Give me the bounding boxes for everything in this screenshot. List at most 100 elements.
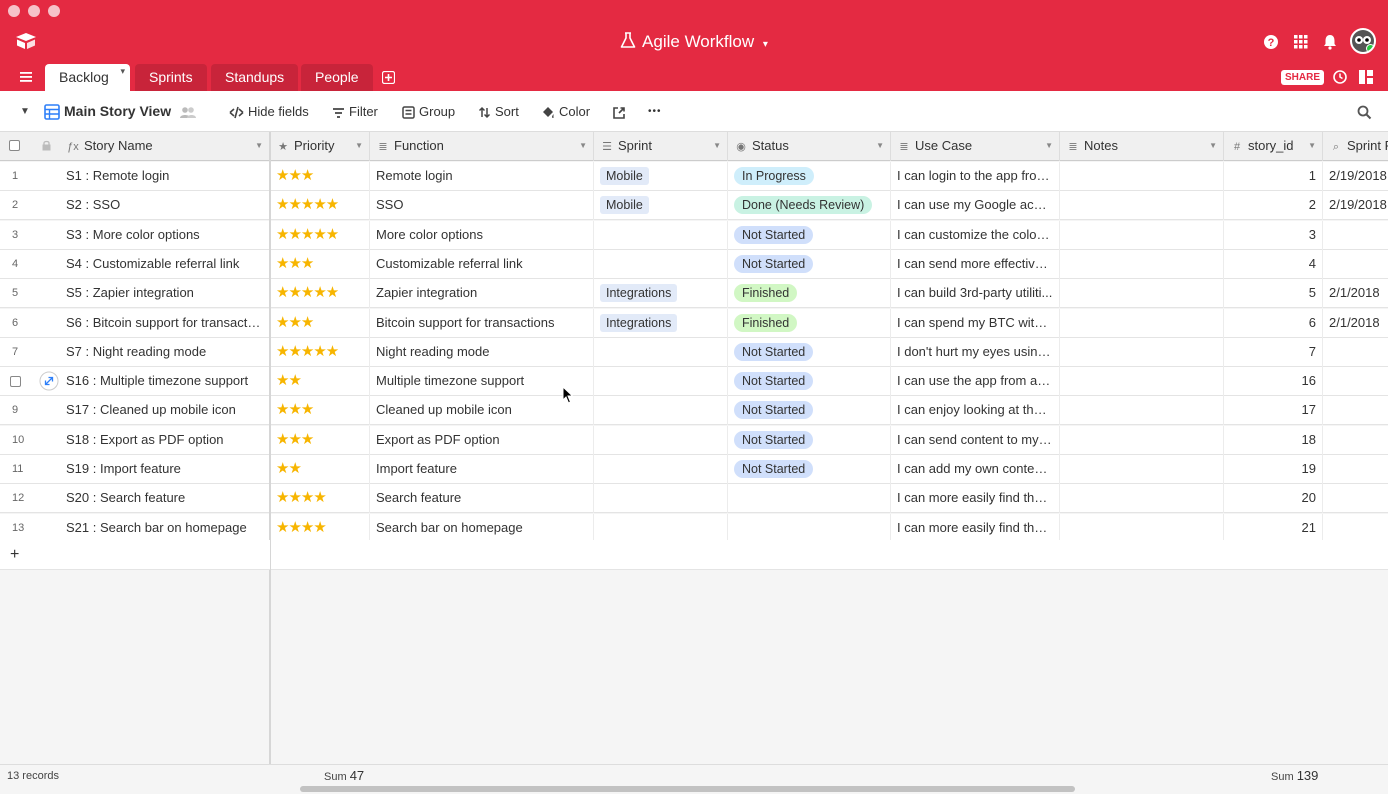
table-row[interactable]: 6 S6 : Bitcoin support for transactio... ★… xyxy=(0,308,1388,338)
row-checkbox[interactable] xyxy=(10,376,21,388)
story-id-summary[interactable]: Sum 139 xyxy=(1271,768,1318,784)
cell-story-id[interactable]: 20 xyxy=(1224,484,1323,514)
cell-notes[interactable] xyxy=(1060,367,1224,397)
priority-summary[interactable]: Sum 47 xyxy=(324,768,364,784)
window-close-button[interactable] xyxy=(8,5,20,17)
column-header-story-id[interactable]: # story_id ▼ xyxy=(1224,132,1323,161)
cell-priority[interactable]: ★★ xyxy=(270,367,370,397)
cell-function[interactable]: Night reading mode xyxy=(370,337,594,367)
share-button[interactable]: SHARE xyxy=(1281,70,1325,85)
cell-name[interactable]: S19 : Import feature xyxy=(60,455,270,484)
cell-sprint-r[interactable]: 2/19/2018 xyxy=(1323,191,1388,220)
apps-grid-icon[interactable] xyxy=(1292,33,1310,51)
select-all-checkbox[interactable] xyxy=(9,140,20,151)
hide-fields-button[interactable]: Hide fields xyxy=(229,91,309,132)
cell-sprint-r[interactable]: 2/19/2018 xyxy=(1323,162,1388,191)
column-header-status[interactable]: ◉ Status ▼ xyxy=(728,132,891,161)
column-menu-caret-icon[interactable]: ▼ xyxy=(876,132,884,160)
cell-notes[interactable] xyxy=(1060,249,1224,279)
cell-use-case[interactable]: I can send more effective r... xyxy=(891,249,1060,279)
cell-priority[interactable]: ★★★ xyxy=(270,249,370,279)
cell-sprint-r[interactable] xyxy=(1323,426,1388,455)
add-record-icon[interactable]: + xyxy=(10,546,19,564)
cell-notes[interactable] xyxy=(1060,308,1224,338)
cell-sprint[interactable]: Mobile xyxy=(594,162,728,191)
expand-record-icon[interactable] xyxy=(39,371,59,391)
cell-name[interactable]: S17 : Cleaned up mobile icon xyxy=(60,396,270,426)
cell-story-id[interactable]: 2 xyxy=(1224,191,1323,221)
table-row[interactable]: 10 S18 : Export as PDF option ★★★ Export as… xyxy=(0,425,1388,455)
column-menu-caret-icon[interactable]: ▼ xyxy=(579,132,587,160)
cell-status[interactable]: Not Started xyxy=(728,220,891,250)
cell-function[interactable]: Bitcoin support for transactions xyxy=(370,308,594,338)
cell-status[interactable]: Not Started xyxy=(728,455,891,484)
cell-sprint[interactable] xyxy=(594,425,728,455)
cell-function[interactable]: Multiple timezone support xyxy=(370,367,594,397)
cell-name[interactable]: S16 : Multiple timezone support xyxy=(60,367,270,397)
cell-use-case[interactable]: I can customize the colors... xyxy=(891,220,1060,250)
base-title[interactable]: Agile Workflow ▾ xyxy=(620,32,768,51)
cell-status[interactable]: Not Started xyxy=(728,425,891,455)
sprint-link-chip[interactable]: Integrations xyxy=(600,313,678,332)
window-minimize-button[interactable] xyxy=(28,5,40,17)
cell-notes[interactable] xyxy=(1060,220,1224,250)
cell-sprint-r[interactable] xyxy=(1323,514,1388,543)
cell-function[interactable]: Search bar on homepage xyxy=(370,513,594,543)
cell-notes[interactable] xyxy=(1060,279,1224,309)
column-header-notes[interactable]: ≣ Notes ▼ xyxy=(1060,132,1224,161)
cell-notes[interactable] xyxy=(1060,425,1224,455)
tab-people[interactable]: People xyxy=(301,64,373,91)
cell-function[interactable]: SSO xyxy=(370,191,594,221)
column-menu-caret-icon[interactable]: ▼ xyxy=(355,132,363,160)
cell-priority[interactable]: ★★★★★ xyxy=(270,220,370,250)
cell-use-case[interactable]: I can use the app from aro... xyxy=(891,367,1060,397)
user-avatar[interactable] xyxy=(1350,28,1376,54)
cell-name[interactable]: S5 : Zapier integration xyxy=(60,279,270,309)
sprint-link-chip[interactable]: Mobile xyxy=(600,196,649,215)
filter-button[interactable]: Filter xyxy=(332,91,378,132)
sort-button[interactable]: Sort xyxy=(478,91,519,132)
table-row[interactable]: 2 S2 : SSO ★★★★★ SSO Mobile Done (Needs Revie… xyxy=(0,191,1388,221)
add-record-row-right[interactable] xyxy=(271,540,1388,570)
cell-function[interactable]: Cleaned up mobile icon xyxy=(370,396,594,426)
cell-status[interactable]: Not Started xyxy=(728,337,891,367)
cell-function[interactable]: Customizable referral link xyxy=(370,249,594,279)
cell-name[interactable]: S18 : Export as PDF option xyxy=(60,425,270,455)
cell-status[interactable] xyxy=(728,513,891,543)
cell-sprint-r[interactable] xyxy=(1323,396,1388,425)
column-menu-caret-icon[interactable]: ▼ xyxy=(1045,132,1053,160)
help-icon[interactable]: ? xyxy=(1263,33,1281,51)
cell-function[interactable]: Import feature xyxy=(370,455,594,484)
cell-notes[interactable] xyxy=(1060,513,1224,543)
cell-function[interactable]: Remote login xyxy=(370,162,594,191)
cell-priority[interactable]: ★★★★ xyxy=(270,513,370,543)
cell-sprint[interactable]: Mobile xyxy=(594,191,728,221)
cell-sprint-r[interactable] xyxy=(1323,221,1388,250)
cell-use-case[interactable]: I can enjoy looking at the a... xyxy=(891,396,1060,426)
cell-name[interactable]: S6 : Bitcoin support for transactio... xyxy=(60,308,270,338)
cell-notes[interactable] xyxy=(1060,162,1224,191)
cell-priority[interactable]: ★★★★★ xyxy=(270,191,370,221)
cell-name[interactable]: S7 : Night reading mode xyxy=(60,337,270,367)
cell-function[interactable]: More color options xyxy=(370,220,594,250)
cell-story-id[interactable]: 4 xyxy=(1224,249,1323,279)
cell-name[interactable]: S4 : Customizable referral link xyxy=(60,249,270,279)
column-menu-caret-icon[interactable]: ▼ xyxy=(1209,132,1217,160)
view-switcher[interactable]: Main Story View xyxy=(44,91,201,132)
search-button[interactable] xyxy=(1357,91,1376,132)
cell-sprint-r[interactable] xyxy=(1323,338,1388,367)
cell-sprint[interactable] xyxy=(594,513,728,543)
share-view-button[interactable] xyxy=(612,91,630,132)
more-options-icon[interactable]: ••• xyxy=(648,91,662,132)
cell-use-case[interactable]: I can spend my BTC with y... xyxy=(891,308,1060,338)
cell-priority[interactable]: ★★★ xyxy=(270,396,370,426)
app-logo-icon[interactable] xyxy=(15,32,37,50)
tab-backlog-caret-icon[interactable]: ▾ xyxy=(120,58,125,85)
frozen-column-divider[interactable] xyxy=(269,132,271,764)
add-table-icon[interactable] xyxy=(382,71,395,84)
cell-story-id[interactable]: 7 xyxy=(1224,337,1323,367)
cell-use-case[interactable]: I can login to the app from... xyxy=(891,162,1060,191)
cell-sprint[interactable]: Integrations xyxy=(594,279,728,309)
column-menu-caret-icon[interactable]: ▼ xyxy=(255,132,263,160)
table-row[interactable]: 3 S3 : More color options ★★★★★ More color … xyxy=(0,220,1388,250)
